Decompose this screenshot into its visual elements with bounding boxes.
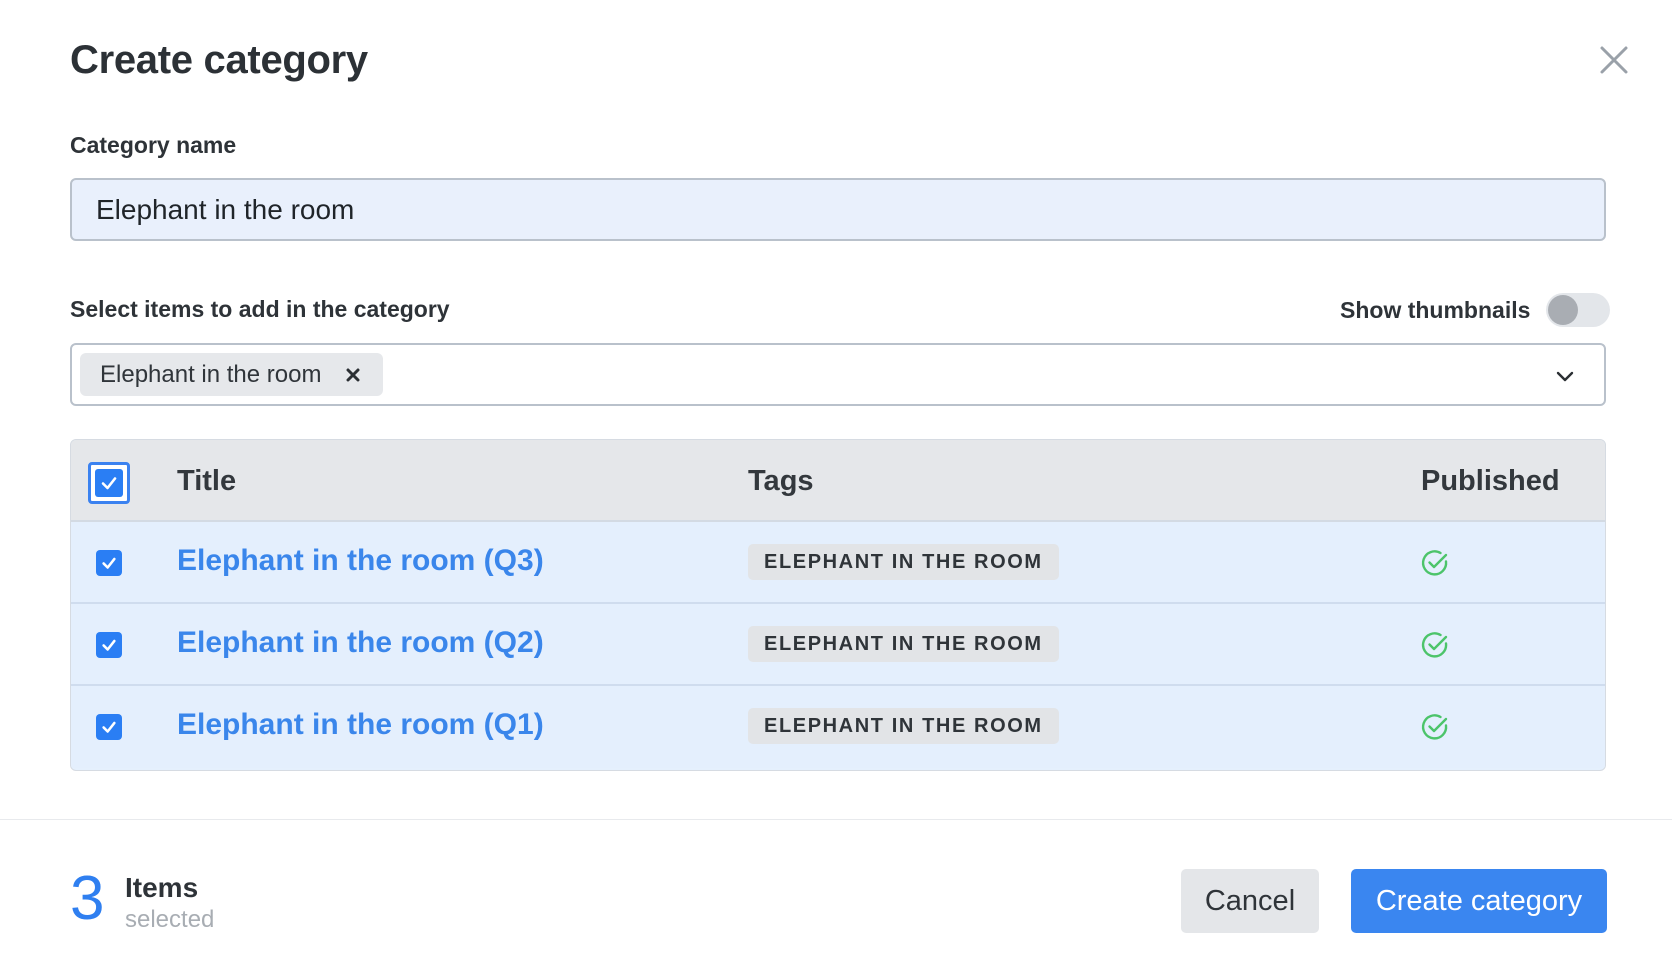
chevron-down-icon[interactable] <box>1554 365 1576 387</box>
selected-count-sublabel: selected <box>125 906 215 933</box>
toggle-knob <box>1548 295 1579 325</box>
create-category-dialog: Create category Category name Select ite… <box>0 0 1672 970</box>
column-header-title[interactable]: Title <box>177 465 236 498</box>
show-thumbnails-label: Show thumbnails <box>1340 296 1531 323</box>
tag-badge: ELEPHANT IN THE ROOM <box>748 708 1059 744</box>
selected-item-chip: Elephant in the room <box>80 353 384 396</box>
items-table: Title Tags Published Elephant in the roo… <box>70 439 1606 771</box>
published-check-icon <box>1421 550 1448 576</box>
tag-badge: ELEPHANT IN THE ROOM <box>748 626 1059 662</box>
select-items-label: Select items to add in the category <box>70 296 450 322</box>
table-header: Title Tags Published <box>71 440 1605 522</box>
row-checkbox[interactable] <box>96 714 122 740</box>
cancel-button[interactable]: Cancel <box>1181 869 1319 933</box>
tag-badge: ELEPHANT IN THE ROOM <box>748 544 1059 580</box>
footer-divider <box>0 819 1672 820</box>
row-title-link[interactable]: Elephant in the room (Q2) <box>177 626 544 660</box>
row-title-link[interactable]: Elephant in the room (Q3) <box>177 544 544 578</box>
dialog-title: Create category <box>70 38 368 82</box>
create-category-button[interactable]: Create category <box>1351 869 1607 933</box>
table-row: Elephant in the room (Q2) ELEPHANT IN TH… <box>71 604 1605 686</box>
show-thumbnails-control: Show thumbnails <box>1340 293 1611 327</box>
selected-count-label: Items <box>125 872 199 903</box>
column-header-published[interactable]: Published <box>1421 465 1560 498</box>
published-check-icon <box>1421 632 1448 658</box>
published-check-icon <box>1421 714 1448 740</box>
close-icon[interactable] <box>1596 42 1632 78</box>
row-title-link[interactable]: Elephant in the room (Q1) <box>177 708 544 742</box>
items-multiselect[interactable]: Elephant in the room <box>70 343 1606 406</box>
selected-count: 3 <box>70 864 105 933</box>
row-checkbox[interactable] <box>96 632 122 658</box>
category-name-input[interactable] <box>70 178 1606 241</box>
select-all-checkbox[interactable] <box>88 462 130 504</box>
show-thumbnails-toggle[interactable] <box>1546 293 1611 327</box>
chip-label: Elephant in the room <box>100 360 322 388</box>
column-header-tags[interactable]: Tags <box>748 465 814 498</box>
table-row: Elephant in the room (Q3) ELEPHANT IN TH… <box>71 522 1605 604</box>
row-checkbox[interactable] <box>96 550 122 576</box>
category-name-label: Category name <box>70 132 237 158</box>
x-icon[interactable] <box>343 365 363 385</box>
table-row: Elephant in the room (Q1) ELEPHANT IN TH… <box>71 686 1605 768</box>
